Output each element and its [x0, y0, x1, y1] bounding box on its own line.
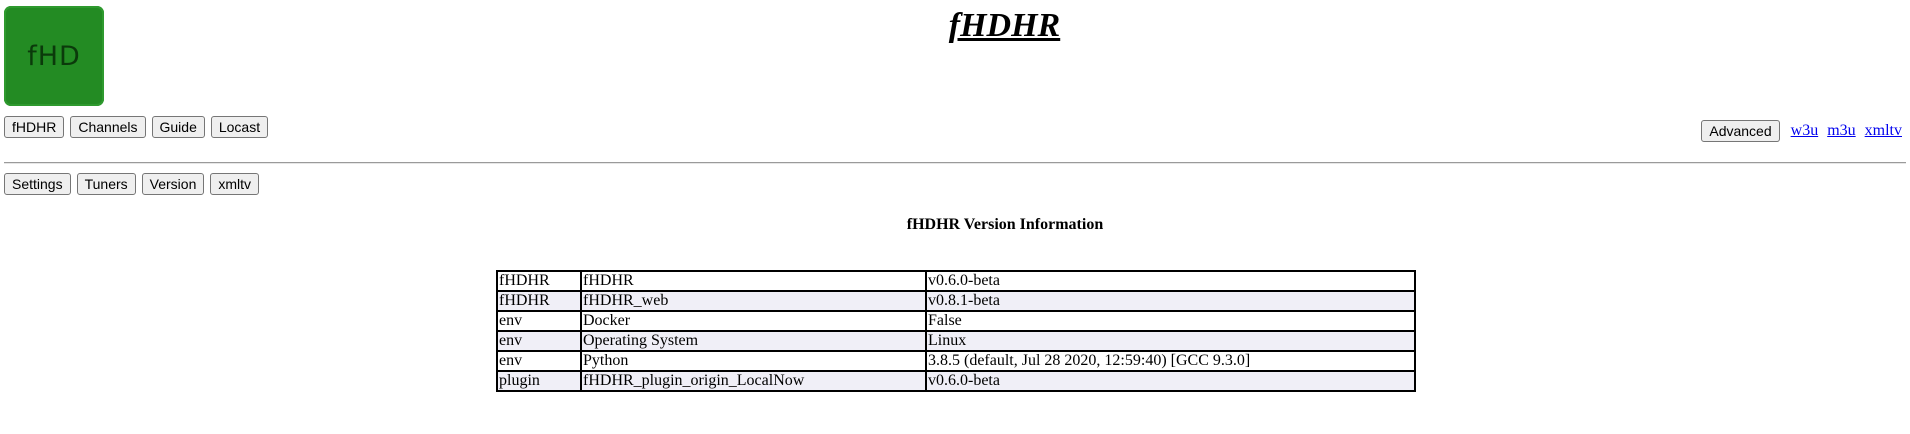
- table-cell-version: v0.8.1-beta: [925, 290, 1416, 312]
- table-cell-name: Docker: [580, 310, 927, 332]
- nav-button-fhdhr[interactable]: fHDHR: [4, 116, 65, 138]
- table-cell-type: env: [496, 310, 582, 332]
- site-title: fHDHR: [948, 7, 1061, 44]
- table-cell-type: env: [496, 350, 582, 372]
- table-cell-type: plugin: [496, 370, 582, 392]
- nav-right: Advanced w3u m3u xmltv: [1701, 120, 1902, 142]
- advanced-button[interactable]: Advanced: [1701, 120, 1780, 142]
- table-cell-name: Python: [580, 350, 927, 372]
- tab-version[interactable]: Version: [141, 173, 205, 195]
- main-nav: fHDHR Channels Guide Locast: [4, 116, 270, 138]
- table-cell-name: fHDHR_plugin_origin_LocalNow: [580, 370, 927, 392]
- table-row: fHDHR fHDHR v0.6.0-beta: [496, 270, 1416, 292]
- tab-tuners[interactable]: Tuners: [76, 173, 136, 195]
- table-cell-type: fHDHR: [496, 290, 582, 312]
- table-row: env Operating System Linux: [496, 330, 1416, 352]
- table-cell-name: fHDHR_web: [580, 290, 927, 312]
- w3u-link[interactable]: w3u: [1791, 122, 1819, 140]
- table-cell-version: v0.6.0-beta: [925, 270, 1416, 292]
- nav-button-locast[interactable]: Locast: [210, 116, 269, 138]
- nav-button-guide[interactable]: Guide: [151, 116, 205, 138]
- m3u-link[interactable]: m3u: [1827, 122, 1855, 140]
- table-cell-name: fHDHR: [580, 270, 927, 292]
- table-row: fHDHR fHDHR_web v0.8.1-beta: [496, 290, 1416, 312]
- table-cell-version: v0.6.0-beta: [925, 370, 1416, 392]
- xmltv-link[interactable]: xmltv: [1865, 122, 1902, 140]
- table-cell-type: env: [496, 330, 582, 352]
- table-row: env Python 3.8.5 (default, Jul 28 2020, …: [496, 350, 1416, 372]
- table-cell-version: False: [925, 310, 1416, 332]
- version-table: fHDHR fHDHR v0.6.0-beta fHDHR fHDHR_web …: [496, 270, 1416, 392]
- table-cell-version: 3.8.5 (default, Jul 28 2020, 12:59:40) […: [925, 350, 1416, 372]
- divider: [4, 162, 1906, 164]
- sub-nav: Settings Tuners Version xmltv: [4, 173, 261, 195]
- table-row: plugin fHDHR_plugin_origin_LocalNow v0.6…: [496, 370, 1416, 392]
- section-title: fHDHR Version Information: [906, 216, 1104, 233]
- table-cell-version: Linux: [925, 330, 1416, 352]
- tab-settings[interactable]: Settings: [4, 173, 71, 195]
- table-cell-type: fHDHR: [496, 270, 582, 292]
- nav-button-channels[interactable]: Channels: [70, 116, 146, 138]
- page: fHD fHDHR fHDHR Channels Guide Locast Ad…: [0, 0, 1910, 434]
- table-row: env Docker False: [496, 310, 1416, 332]
- table-cell-name: Operating System: [580, 330, 927, 352]
- tab-xmltv[interactable]: xmltv: [210, 173, 260, 195]
